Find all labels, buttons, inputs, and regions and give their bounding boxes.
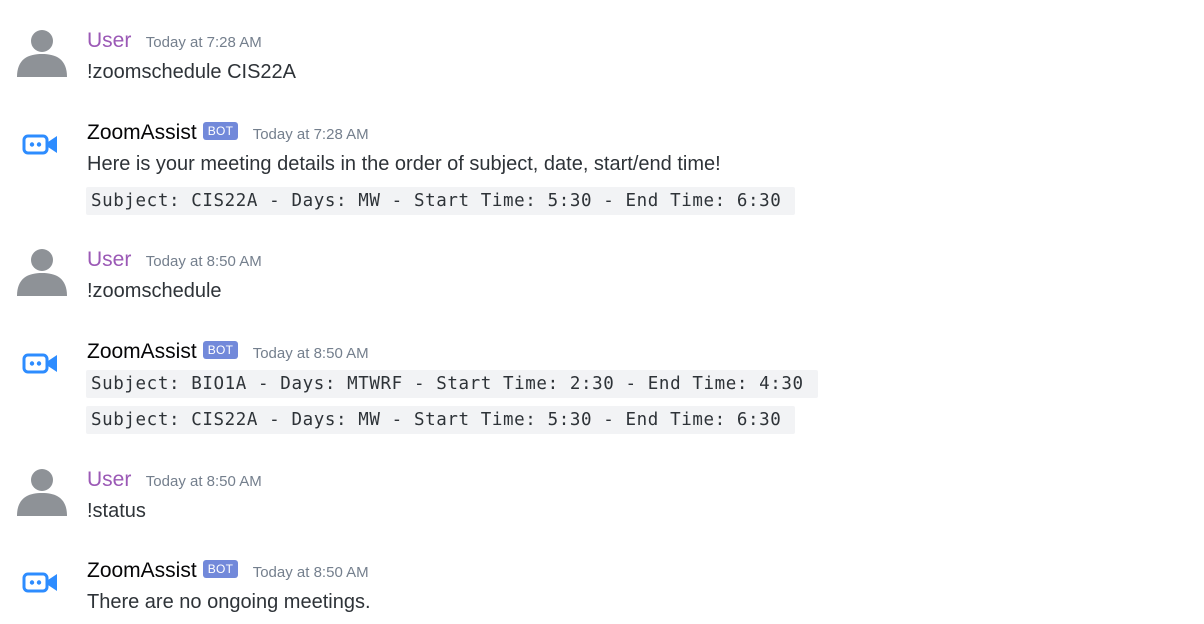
message-header: User Today at 7:28 AM [87,29,262,53]
message-text: !zoomschedule CIS22A [87,61,297,83]
message-text: Here is your meeting details in the orde… [87,153,721,175]
message-header: User Today at 8:50 AM [87,248,262,272]
message-header: ZoomAssist BOT Today at 8:50 AM [87,559,369,583]
author-name[interactable]: ZoomAssist [87,121,197,144]
timestamp: Today at 8:50 AM [252,564,369,581]
message-header: ZoomAssist BOT Today at 7:28 AM [87,121,369,145]
message-header: User Today at 8:50 AM [87,468,262,492]
code-block: Subject: CIS22A - Days: MW - Start Time:… [86,187,796,215]
bot-badge: BOT [202,560,239,578]
timestamp: Today at 7:28 AM [252,126,369,143]
message-text: !status [87,500,146,522]
message-text: !zoomschedule [87,280,222,302]
timestamp: Today at 8:50 AM [145,253,262,270]
code-block: Subject: CIS22A - Days: MW - Start Time:… [86,406,796,434]
timestamp: Today at 8:50 AM [252,345,369,362]
code-block: Subject: BIO1A - Days: MTWRF - Start Tim… [86,370,818,398]
user-avatar-icon[interactable] [16,246,68,298]
author-name[interactable]: User [87,248,131,271]
timestamp: Today at 8:50 AM [145,473,262,490]
timestamp: Today at 7:28 AM [145,34,262,51]
zoom-bot-avatar-icon[interactable] [20,562,60,602]
author-name[interactable]: ZoomAssist [87,559,197,582]
author-name[interactable]: User [87,468,131,491]
user-avatar-icon[interactable] [16,27,68,79]
message-text: There are no ongoing meetings. [87,591,371,613]
zoom-bot-avatar-icon[interactable] [20,124,60,164]
message-header: ZoomAssist BOT Today at 8:50 AM [87,340,369,364]
bot-badge: BOT [202,122,239,140]
user-avatar-icon[interactable] [16,466,68,518]
bot-badge: BOT [202,341,239,359]
zoom-bot-avatar-icon[interactable] [20,343,60,383]
author-name[interactable]: User [87,29,131,52]
author-name[interactable]: ZoomAssist [87,340,197,363]
